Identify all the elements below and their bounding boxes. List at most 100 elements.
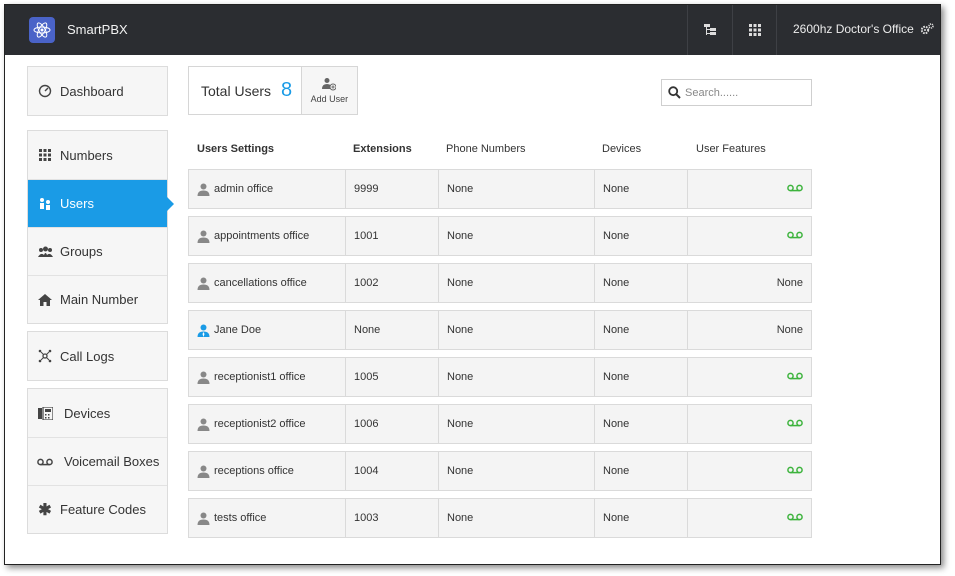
app-window: SmartPBX 2600hz Doctor's Office Dashboar…: [4, 4, 941, 565]
phone-numbers-cell[interactable]: None: [438, 170, 594, 208]
table-row[interactable]: cancellations office 1002 None None None: [188, 263, 812, 303]
user-name-cell[interactable]: receptionist1 office: [189, 358, 345, 396]
voicemail-icon[interactable]: [787, 512, 803, 524]
search-input[interactable]: [685, 86, 805, 99]
total-users-label: Total Users: [201, 82, 272, 99]
extension-cell[interactable]: None: [345, 311, 438, 349]
extension-cell[interactable]: 1001: [345, 217, 438, 255]
user-features-cell[interactable]: [687, 452, 811, 490]
devices-value: None: [603, 183, 630, 195]
devices-cell[interactable]: None: [594, 264, 687, 302]
sidebar-item-devices[interactable]: Devices: [28, 389, 167, 437]
user-features-cell[interactable]: [687, 405, 811, 443]
devices-cell[interactable]: None: [594, 452, 687, 490]
sidebar-item-dashboard[interactable]: Dashboard: [28, 67, 167, 115]
header-devices[interactable]: Devices: [602, 143, 641, 155]
table-row[interactable]: admin office 9999 None None: [188, 169, 812, 209]
voicemail-icon[interactable]: [787, 230, 803, 242]
voicemail-icon[interactable]: [787, 465, 803, 477]
sidebar-item-label: Dashboard: [60, 83, 124, 99]
devices-cell[interactable]: None: [594, 170, 687, 208]
user-features-cell[interactable]: [687, 217, 811, 255]
devices-cell[interactable]: None: [594, 311, 687, 349]
devices-value: None: [603, 324, 630, 336]
extension-value: None: [354, 324, 381, 336]
phone-numbers-cell[interactable]: None: [438, 358, 594, 396]
extension-cell[interactable]: 1006: [345, 405, 438, 443]
devices-cell[interactable]: None: [594, 405, 687, 443]
devices-cell[interactable]: None: [594, 358, 687, 396]
voicemail-icon[interactable]: [787, 183, 803, 195]
voicemail-icon[interactable]: [787, 371, 803, 383]
user-name-cell[interactable]: admin office: [189, 170, 345, 208]
users-icon: [36, 197, 54, 211]
user-name-cell[interactable]: receptionist2 office: [189, 405, 345, 443]
app-launcher-button[interactable]: [732, 5, 777, 55]
user-name-cell[interactable]: appointments office: [189, 217, 345, 255]
phone-numbers-cell[interactable]: None: [438, 405, 594, 443]
table-row[interactable]: receptions office 1004 None None: [188, 451, 812, 491]
app-logo-icon[interactable]: [29, 17, 55, 43]
table-row[interactable]: Jane Doe None None None None: [188, 310, 812, 350]
sidebar-item-numbers[interactable]: Numbers: [28, 131, 167, 179]
sidebar-item-voicemail-boxes[interactable]: Voicemail Boxes: [28, 437, 167, 485]
sidebar-item-label: Voicemail Boxes: [64, 454, 160, 469]
extension-cell[interactable]: 9999: [345, 170, 438, 208]
sidebar-group-dashboard: Dashboard: [27, 66, 168, 116]
user-icon: [197, 183, 210, 196]
user-features-cell[interactable]: None: [687, 264, 811, 302]
phone-numbers-value: None: [447, 465, 474, 477]
phone-numbers-cell[interactable]: None: [438, 264, 594, 302]
header-extensions[interactable]: Extensions: [353, 143, 412, 155]
phone-numbers-value: None: [447, 183, 474, 195]
table-row[interactable]: receptionist2 office 1006 None None: [188, 404, 812, 444]
user-features-cell[interactable]: None: [687, 311, 811, 349]
user-name-cell[interactable]: tests office: [189, 499, 345, 537]
extension-cell[interactable]: 1005: [345, 358, 438, 396]
features-value: None: [776, 324, 803, 336]
phone-numbers-cell[interactable]: None: [438, 452, 594, 490]
user-name-cell[interactable]: Jane Doe: [189, 311, 345, 349]
sidebar-item-label: Feature Codes: [60, 502, 146, 517]
sidebar-item-main-number[interactable]: Main Number: [28, 275, 167, 323]
sidebar-item-call-logs[interactable]: Call Logs: [28, 332, 167, 380]
table-row[interactable]: appointments office 1001 None None: [188, 216, 812, 256]
header-users-settings[interactable]: Users Settings: [197, 143, 274, 155]
account-menu[interactable]: 2600hz Doctor's Office: [793, 22, 934, 36]
extension-cell[interactable]: 1004: [345, 452, 438, 490]
account-name: 2600hz Doctor's Office: [793, 22, 914, 36]
sidebar-item-label: Users: [60, 196, 94, 211]
add-user-button[interactable]: Add User: [300, 67, 357, 114]
phone-numbers-value: None: [447, 324, 474, 336]
phone-numbers-cell[interactable]: None: [438, 311, 594, 349]
sidebar-item-feature-codes[interactable]: ✱ Feature Codes: [28, 485, 167, 533]
extension-value: 1002: [354, 277, 379, 289]
devices-cell[interactable]: None: [594, 217, 687, 255]
table-row[interactable]: receptionist1 office 1005 None None: [188, 357, 812, 397]
phone-numbers-cell[interactable]: None: [438, 499, 594, 537]
table-row[interactable]: tests office 1003 None None: [188, 498, 812, 538]
user-features-cell[interactable]: [687, 358, 811, 396]
phone-numbers-cell[interactable]: None: [438, 217, 594, 255]
total-users-count: 8: [281, 79, 293, 101]
sidebar-item-groups[interactable]: Groups: [28, 227, 167, 275]
header-user-features[interactable]: User Features: [696, 143, 766, 155]
user-name-cell[interactable]: receptions office: [189, 452, 345, 490]
user-features-cell[interactable]: [687, 499, 811, 537]
extension-cell[interactable]: 1003: [345, 499, 438, 537]
user-name-cell[interactable]: cancellations office: [189, 264, 345, 302]
header-phone-numbers[interactable]: Phone Numbers: [446, 143, 526, 155]
user-features-cell[interactable]: [687, 170, 811, 208]
call-logs-icon: [36, 349, 54, 363]
devices-value: None: [603, 230, 630, 242]
voicemail-icon[interactable]: [787, 418, 803, 430]
sidebar-item-users[interactable]: Users: [28, 179, 174, 227]
extension-cell[interactable]: 1002: [345, 264, 438, 302]
org-tree-button[interactable]: [687, 5, 732, 55]
org-tree-icon: [704, 24, 716, 35]
add-user-icon: [322, 78, 337, 91]
voicemail-icon: [36, 458, 54, 466]
devices-value: None: [603, 512, 630, 524]
devices-cell[interactable]: None: [594, 499, 687, 537]
devices-value: None: [603, 465, 630, 477]
